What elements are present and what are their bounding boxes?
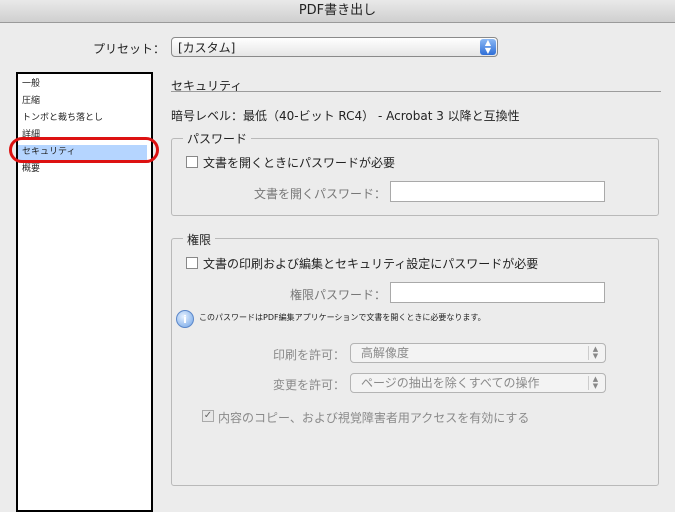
stepper-icon: ▲ ▼ xyxy=(588,346,602,360)
changes-allowed-select[interactable]: ページの抽出を除くすべての操作 ▲ ▼ xyxy=(350,373,606,393)
sidebar-item-compression[interactable]: 圧縮 xyxy=(22,94,151,109)
require-permission-password-label: 文書の印刷および編集とセキュリティ設定にパスワードが必要 xyxy=(203,257,539,271)
open-password-label: 文書を開くパスワード： xyxy=(254,187,387,201)
require-open-password-label: 文書を開くときにパスワードが必要 xyxy=(203,156,396,170)
open-password-field[interactable] xyxy=(390,181,605,202)
printing-allowed-value: 高解像度 xyxy=(361,346,410,360)
preset-select[interactable]: [カスタム] ▲ ▼ xyxy=(171,37,498,57)
preset-label: プリセット： xyxy=(93,42,166,56)
require-open-password-checkbox[interactable] xyxy=(186,156,198,168)
sidebar-item-marks-and-bleeds[interactable]: トンボと裁ち落とし xyxy=(22,111,151,126)
printing-allowed-label: 印刷を許可： xyxy=(273,348,346,362)
changes-allowed-value: ページの抽出を除くすべての操作 xyxy=(361,376,540,390)
enable-copy-label: 内容のコピー、および視覚障害者用アクセスを有効にする xyxy=(218,411,530,425)
stepper-icon: ▲ ▼ xyxy=(588,376,602,390)
selection-highlight-ring xyxy=(9,137,159,163)
window-title: PDF書き出し xyxy=(0,0,675,23)
info-text: このパスワードはPDF編集アプリケーションで文書を開くときに必要なります。 xyxy=(199,313,486,322)
permissions-password-label: 権限パスワード： xyxy=(290,288,387,302)
select-stepper-icon: ▲ ▼ xyxy=(480,39,496,55)
section-divider xyxy=(171,91,661,92)
permissions-group-title: 権限 xyxy=(183,231,216,248)
sidebar-item-summary[interactable]: 概要 xyxy=(22,162,151,177)
password-group-title: パスワード xyxy=(183,130,252,147)
require-permission-password-checkbox[interactable] xyxy=(186,257,198,269)
encryption-level-text: 暗号レベル：最低（40-ビット RC4） - Acrobat 3 以降と互換性 xyxy=(171,109,520,123)
permissions-password-field[interactable] xyxy=(390,282,605,303)
info-icon: i xyxy=(176,310,194,328)
preset-value: [カスタム] xyxy=(178,41,236,55)
changes-allowed-label: 変更を許可： xyxy=(273,378,346,392)
password-group xyxy=(171,138,659,216)
printing-allowed-select[interactable]: 高解像度 ▲ ▼ xyxy=(350,343,606,363)
sidebar-item-general[interactable]: 一般 xyxy=(22,77,151,92)
enable-copy-checkbox[interactable]: ✓ xyxy=(202,410,214,422)
